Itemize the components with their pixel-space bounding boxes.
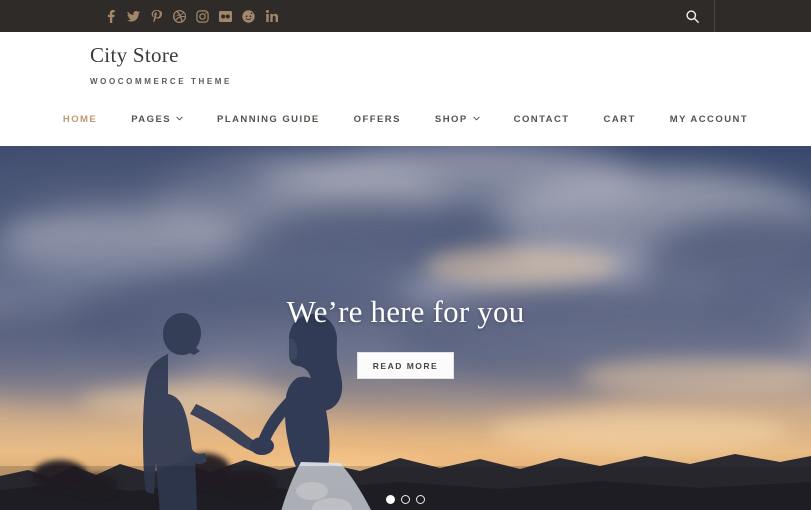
nav-item-my-account[interactable]: MY ACCOUNT xyxy=(653,114,765,125)
nav-item-label: PLANNING GUIDE xyxy=(217,113,320,125)
reddit-icon[interactable] xyxy=(237,7,260,25)
nav-item-label: OFFERS xyxy=(353,113,401,125)
slider-dot-1[interactable] xyxy=(386,495,395,504)
hero-button-wrap: READ MORE xyxy=(0,352,811,379)
nav-item-shop[interactable]: SHOP xyxy=(418,114,497,125)
nav-item-label: HOME xyxy=(62,113,98,125)
chevron-down-icon xyxy=(472,115,480,122)
instagram-icon[interactable] xyxy=(191,7,214,25)
nav-item-label: CART xyxy=(603,113,636,125)
top-bar-right xyxy=(679,0,811,32)
site-title[interactable]: City Store xyxy=(90,42,811,68)
twitter-icon[interactable] xyxy=(122,7,145,25)
page-root: City Store WOOCOMMERCE THEME HOME PAGES PL… xyxy=(0,0,811,510)
nav-item-home[interactable]: HOME xyxy=(46,114,114,125)
dribbble-icon[interactable] xyxy=(168,7,191,25)
search-icon[interactable] xyxy=(679,0,705,32)
social-links xyxy=(99,7,283,25)
nav-item-cart[interactable]: CART xyxy=(587,114,653,125)
nav-item-label: MY ACCOUNT xyxy=(669,113,749,125)
slider-dot-3[interactable] xyxy=(416,495,425,504)
nav-item-label: CONTACT xyxy=(513,113,570,125)
site-tagline: WOOCOMMERCE THEME xyxy=(90,77,232,86)
flickr-icon[interactable] xyxy=(214,7,237,25)
nav-item-label: PAGES xyxy=(131,113,172,125)
site-header: City Store WOOCOMMERCE THEME xyxy=(0,32,811,92)
top-bar-divider xyxy=(714,0,715,32)
linkedin-icon[interactable] xyxy=(260,7,283,25)
nav-item-offers[interactable]: OFFERS xyxy=(337,114,418,125)
nav-item-label: SHOP xyxy=(434,113,468,125)
facebook-icon[interactable] xyxy=(99,7,122,25)
top-bar xyxy=(0,0,811,32)
nav-item-planning-guide[interactable]: PLANNING GUIDE xyxy=(200,114,337,125)
nav-list: HOME PAGES PLANNING GUIDE OFFERS SHOP CONTACT… xyxy=(46,114,765,125)
hero-background-image xyxy=(0,146,811,510)
nav-item-pages[interactable]: PAGES xyxy=(114,114,200,125)
pinterest-icon[interactable] xyxy=(145,7,168,25)
main-navigation: HOME PAGES PLANNING GUIDE OFFERS SHOP CONTACT… xyxy=(0,92,811,146)
slider-dot-2[interactable] xyxy=(401,495,410,504)
read-more-button[interactable]: READ MORE xyxy=(356,352,455,379)
nav-item-contact[interactable]: CONTACT xyxy=(497,114,587,125)
chevron-down-icon xyxy=(176,115,183,122)
slider-pagination xyxy=(0,495,811,504)
hero-slider: We’re here for you READ MORE xyxy=(0,146,811,510)
